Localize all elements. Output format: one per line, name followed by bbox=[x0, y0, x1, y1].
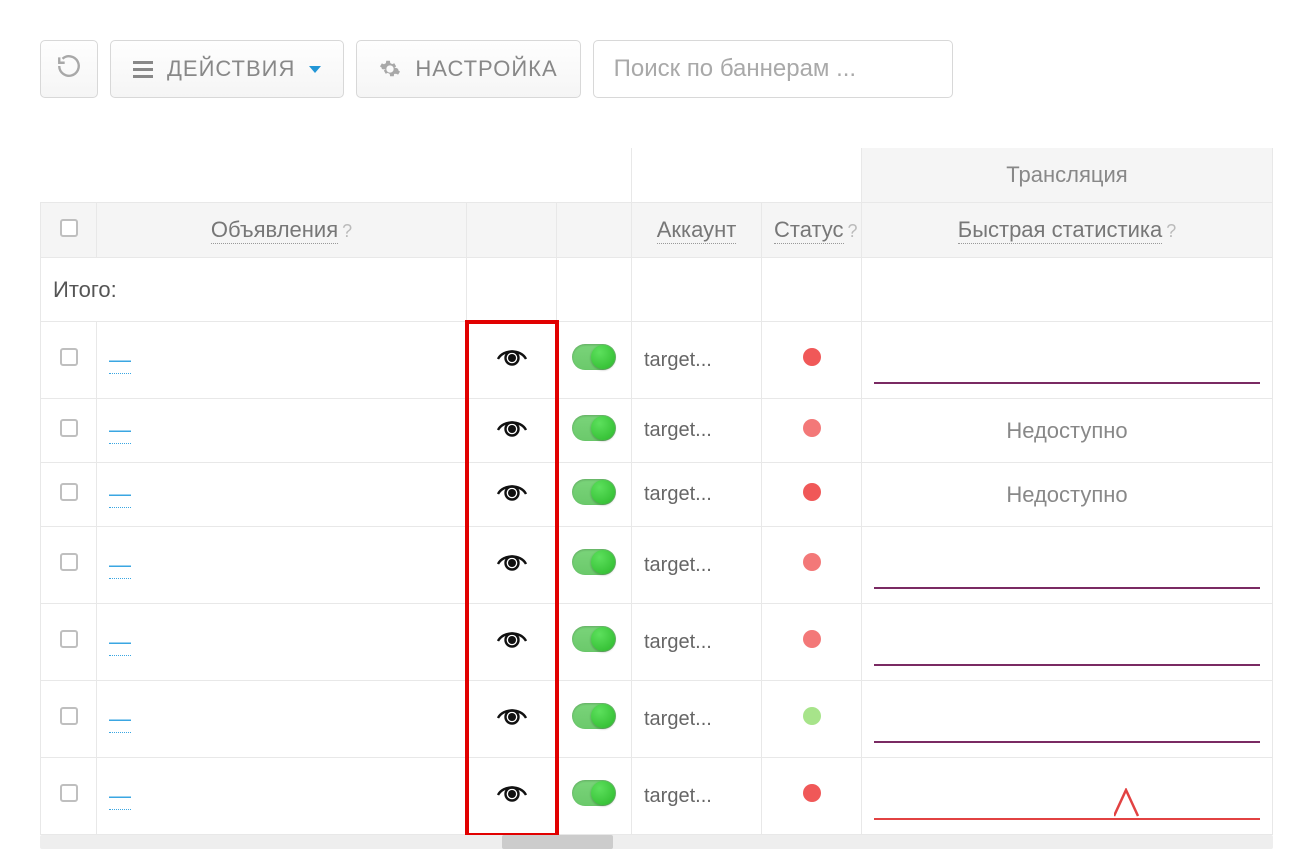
horizontal-scrollbar[interactable] bbox=[40, 835, 1273, 849]
enable-toggle[interactable] bbox=[572, 703, 616, 729]
sparkline bbox=[874, 786, 1260, 820]
status-cell bbox=[762, 527, 862, 604]
eye-icon[interactable] bbox=[495, 557, 529, 579]
toolbar: ДЕЙСТВИЯ НАСТРОЙКА bbox=[0, 0, 1313, 118]
eye-icon[interactable] bbox=[495, 487, 529, 509]
status-cell bbox=[762, 399, 862, 463]
help-icon: ? bbox=[342, 221, 352, 241]
eye-icon[interactable] bbox=[495, 423, 529, 445]
actions-label: ДЕЙСТВИЯ bbox=[167, 56, 295, 82]
table-row: — target... Недоступно bbox=[41, 463, 1273, 527]
header-account[interactable]: Аккаунт bbox=[632, 203, 762, 258]
quick-stats-cell bbox=[862, 322, 1273, 399]
account-cell: target... bbox=[632, 322, 762, 399]
status-cell bbox=[762, 758, 862, 835]
enable-toggle[interactable] bbox=[572, 549, 616, 575]
row-checkbox[interactable] bbox=[60, 553, 78, 571]
status-dot-icon bbox=[803, 419, 821, 437]
scrollbar-thumb[interactable] bbox=[502, 835, 613, 849]
quick-stats-cell bbox=[862, 681, 1273, 758]
header-checkbox[interactable] bbox=[41, 203, 97, 258]
quick-stats-cell: Недоступно bbox=[862, 463, 1273, 527]
sparkline bbox=[874, 555, 1260, 589]
ads-table: Трансляция Объявления? Аккаунт Статус? Б… bbox=[40, 148, 1273, 835]
header-status[interactable]: Статус? bbox=[762, 203, 862, 258]
ad-name-link[interactable]: — bbox=[109, 417, 131, 444]
header-toggle bbox=[557, 203, 632, 258]
row-checkbox[interactable] bbox=[60, 707, 78, 725]
status-dot-icon bbox=[803, 784, 821, 802]
chevron-down-icon bbox=[309, 66, 321, 73]
status-cell bbox=[762, 604, 862, 681]
status-dot-icon bbox=[803, 348, 821, 366]
table-row: — target... bbox=[41, 527, 1273, 604]
search-input[interactable] bbox=[593, 40, 953, 98]
row-checkbox[interactable] bbox=[60, 784, 78, 802]
status-dot-icon bbox=[803, 707, 821, 725]
quick-stats-cell bbox=[862, 758, 1273, 835]
enable-toggle[interactable] bbox=[572, 780, 616, 806]
group-header-broadcast: Трансляция bbox=[862, 148, 1273, 203]
row-checkbox[interactable] bbox=[60, 348, 78, 366]
ad-name-link[interactable]: — bbox=[109, 481, 131, 508]
refresh-icon bbox=[56, 53, 82, 85]
ad-name-link[interactable]: — bbox=[109, 347, 131, 374]
enable-toggle[interactable] bbox=[572, 344, 616, 370]
table-row: — target... Недоступно bbox=[41, 399, 1273, 463]
quick-stats-cell: Недоступно bbox=[862, 399, 1273, 463]
quick-stats-cell bbox=[862, 527, 1273, 604]
header-preview bbox=[467, 203, 557, 258]
row-checkbox[interactable] bbox=[60, 483, 78, 501]
actions-button[interactable]: ДЕЙСТВИЯ bbox=[110, 40, 344, 98]
refresh-button[interactable] bbox=[40, 40, 98, 98]
ad-name-link[interactable]: — bbox=[109, 706, 131, 733]
status-cell bbox=[762, 463, 862, 527]
row-checkbox[interactable] bbox=[60, 419, 78, 437]
table-row: — target... bbox=[41, 681, 1273, 758]
account-cell: target... bbox=[632, 681, 762, 758]
account-cell: target... bbox=[632, 463, 762, 527]
status-dot-icon bbox=[803, 553, 821, 571]
account-cell: target... bbox=[632, 527, 762, 604]
header-quick-stats[interactable]: Быстрая статистика? bbox=[862, 203, 1273, 258]
account-cell: target... bbox=[632, 399, 762, 463]
ad-name-link[interactable]: — bbox=[109, 552, 131, 579]
table-row: — target... bbox=[41, 322, 1273, 399]
table-row: — target... bbox=[41, 604, 1273, 681]
ad-name-link[interactable]: — bbox=[109, 783, 131, 810]
checkbox-icon bbox=[60, 219, 78, 237]
eye-icon[interactable] bbox=[495, 352, 529, 374]
table-container: Трансляция Объявления? Аккаунт Статус? Б… bbox=[40, 148, 1273, 835]
enable-toggle[interactable] bbox=[572, 626, 616, 652]
status-cell bbox=[762, 681, 862, 758]
eye-icon[interactable] bbox=[495, 634, 529, 656]
account-cell: target... bbox=[632, 604, 762, 681]
total-row: Итого: bbox=[41, 258, 1273, 322]
sparkline bbox=[874, 350, 1260, 384]
account-cell: target... bbox=[632, 758, 762, 835]
sparkline bbox=[874, 632, 1260, 666]
status-dot-icon bbox=[803, 630, 821, 648]
enable-toggle[interactable] bbox=[572, 415, 616, 441]
help-icon: ? bbox=[848, 221, 858, 241]
quick-stats-cell bbox=[862, 604, 1273, 681]
gear-icon bbox=[379, 58, 401, 80]
enable-toggle[interactable] bbox=[572, 479, 616, 505]
help-icon: ? bbox=[1166, 221, 1176, 241]
eye-icon[interactable] bbox=[495, 788, 529, 810]
row-checkbox[interactable] bbox=[60, 630, 78, 648]
settings-label: НАСТРОЙКА bbox=[415, 56, 557, 82]
total-label: Итого: bbox=[41, 258, 467, 322]
status-dot-icon bbox=[803, 483, 821, 501]
menu-icon bbox=[133, 61, 153, 78]
eye-icon[interactable] bbox=[495, 711, 529, 733]
header-ads[interactable]: Объявления? bbox=[97, 203, 467, 258]
sparkline bbox=[874, 709, 1260, 743]
ad-name-link[interactable]: — bbox=[109, 629, 131, 656]
table-row: — target... bbox=[41, 758, 1273, 835]
status-cell bbox=[762, 322, 862, 399]
settings-button[interactable]: НАСТРОЙКА bbox=[356, 40, 580, 98]
